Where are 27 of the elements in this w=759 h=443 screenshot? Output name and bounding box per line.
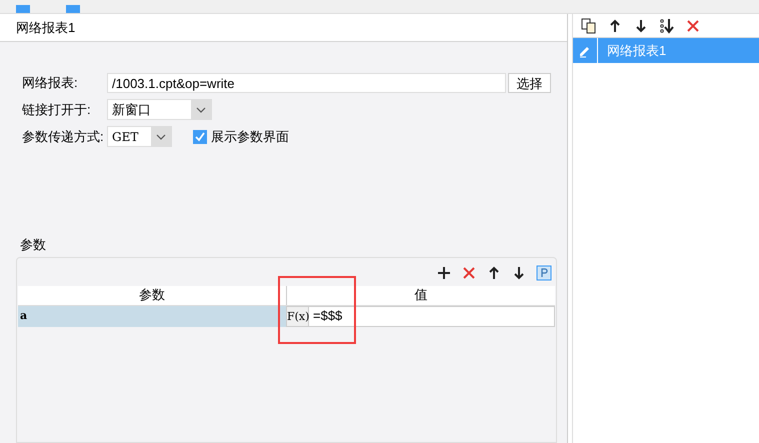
formula-button[interactable]: F(x) [287, 306, 309, 326]
checkbox-label: 展示参数界面 [211, 128, 289, 146]
checkbox[interactable] [193, 130, 207, 144]
caret-icon [156, 134, 166, 140]
column-header: 值 [286, 286, 555, 304]
dropdown-value: GET [111, 128, 140, 146]
dialog-title: 网络报表1 [16, 18, 76, 37]
delete-icon[interactable] [461, 264, 477, 280]
input-field[interactable]: /1003.1.cpt&op=write [107, 73, 506, 93]
field-label: 网络报表: [22, 74, 79, 92]
table-cell[interactable]: a [18, 306, 286, 326]
choose-button[interactable]: 选择 [508, 73, 551, 93]
copy-icon[interactable] [581, 18, 597, 34]
caret-icon [196, 106, 206, 112]
add-icon[interactable] [436, 264, 452, 280]
column-header: 参数 [138, 286, 166, 304]
field-label: 参数传递方式: [22, 128, 105, 146]
field-label: 链接打开于: [22, 100, 92, 119]
dropdown-value: 新窗口 [111, 100, 152, 119]
value-field[interactable]: F(x) =$$$ [286, 306, 555, 326]
dropdown[interactable]: GET [107, 126, 172, 147]
cell-value: =$$$ [312, 307, 342, 326]
parameter-icon[interactable] [536, 264, 552, 280]
dropdown[interactable]: 新窗口 [107, 99, 212, 120]
delete-icon[interactable] [685, 18, 701, 34]
move-bottom-icon[interactable] [659, 18, 675, 34]
section-legend: 参数 [20, 237, 46, 252]
